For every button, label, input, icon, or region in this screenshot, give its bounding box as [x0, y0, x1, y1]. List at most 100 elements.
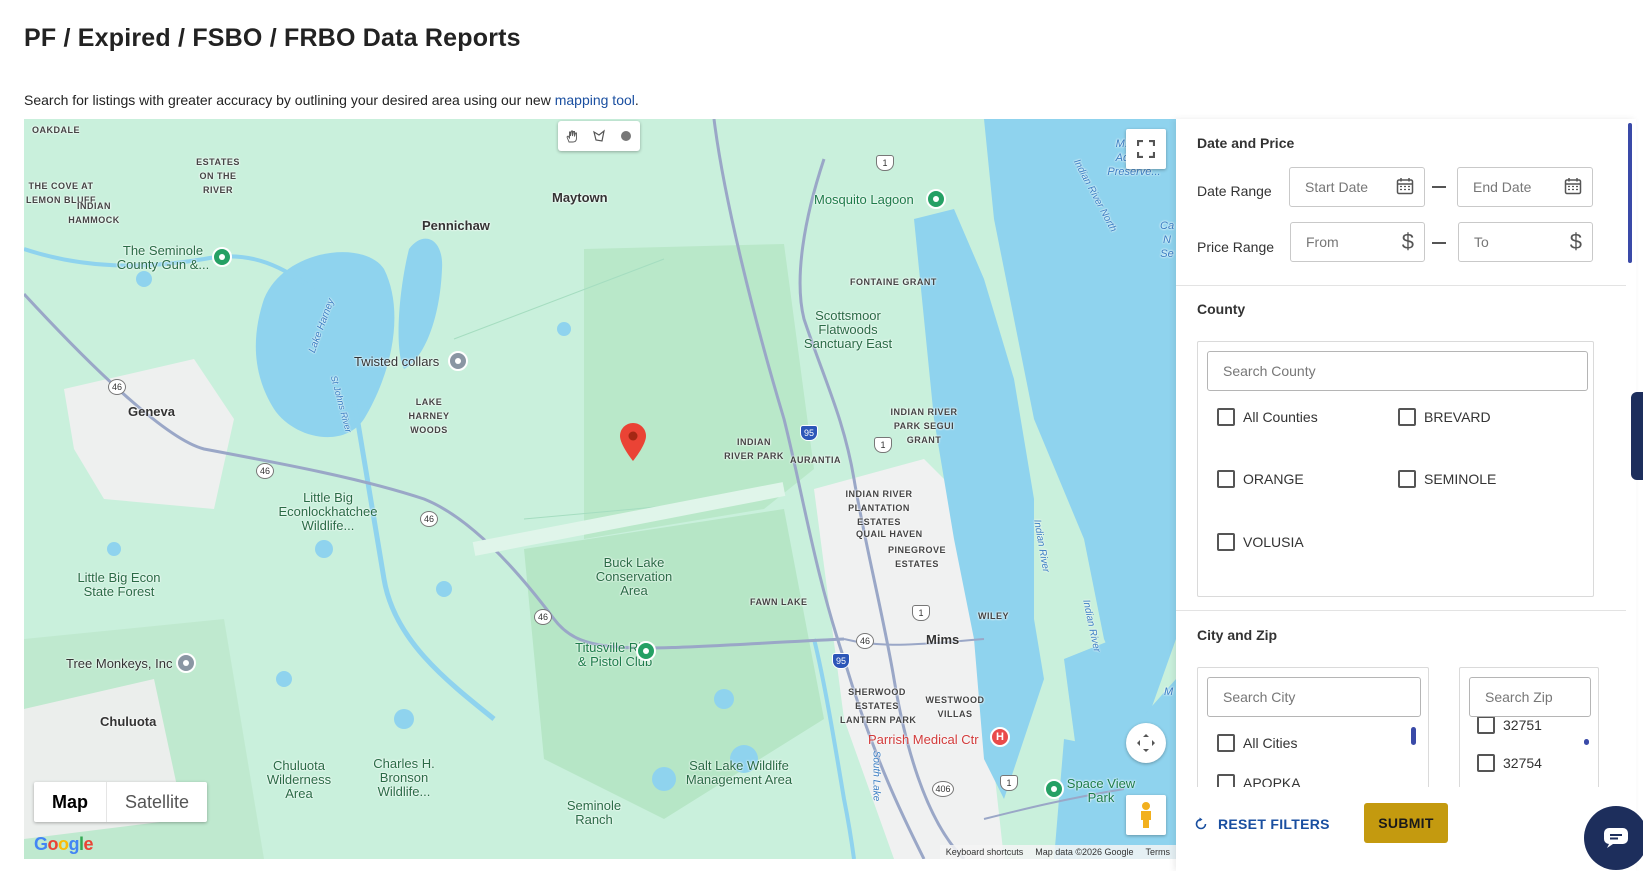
street-view-pegman-icon[interactable] [1126, 795, 1166, 835]
polygon-icon[interactable] [589, 126, 609, 146]
map-label-little-big-econ-wildlife: Little Big Econlockhatchee Wildlife... [278, 490, 378, 533]
panel-scrollbar[interactable] [1628, 123, 1632, 263]
county-search-input[interactable]: Search County [1207, 351, 1588, 391]
fullscreen-icon[interactable] [1126, 129, 1166, 169]
zip-search-input[interactable]: Search Zip [1469, 677, 1591, 717]
mapping-tool-link[interactable]: mapping tool [555, 92, 635, 108]
submit-button[interactable]: SUBMIT [1364, 803, 1448, 843]
chat-icon[interactable] [1584, 806, 1643, 870]
interstate-95-shield: 95 [832, 653, 850, 669]
city-checkbox-apopka[interactable]: APOPKA [1217, 774, 1301, 787]
zip-checkbox-32754[interactable]: 32754 [1477, 754, 1542, 772]
map-label-charles-bronson: Charles H. Bronson Wildlife... [373, 756, 435, 799]
date-range-separator [1432, 186, 1446, 188]
twisted-collars-marker[interactable] [448, 351, 468, 371]
map-label-quail-haven: QUAIL HAVEN [856, 529, 923, 539]
map-label-aurantia: AURANTIA [790, 455, 841, 465]
map-label-ca-n-se: Ca N Se [1160, 220, 1175, 260]
map-label-parrish: Parrish Medical Ctr [868, 732, 979, 747]
location-pin-icon[interactable] [620, 423, 646, 466]
seminole-gun-marker[interactable] [212, 247, 232, 267]
county-title: County [1197, 301, 1246, 317]
page-title: PF / Expired / FSBO / FRBO Data Reports [24, 24, 521, 52]
zip-list-scrollbar[interactable] [1584, 739, 1589, 745]
map-label-indian-river-park-segui: INDIAN RIVER PARK SEGUI GRANT [890, 407, 958, 445]
city-search-input[interactable]: Search City [1207, 677, 1421, 717]
city-checkbox-all[interactable]: All Cities [1217, 734, 1297, 752]
tree-monkeys-marker[interactable] [176, 653, 196, 673]
map-label-oakdale: OAKDALE [32, 125, 80, 135]
end-date-input[interactable]: End Date [1457, 167, 1593, 207]
map-label-indian-river-park: INDIAN RIVER PARK [724, 437, 784, 461]
county-checkbox-brevard[interactable]: BREVARD [1398, 408, 1491, 426]
calendar-icon[interactable] [1564, 177, 1582, 198]
map-label-sherwood: SHERWOOD ESTATES [848, 687, 906, 711]
price-to-input[interactable]: To $ [1458, 222, 1593, 262]
mosquito-lagoon-marker[interactable] [926, 189, 946, 209]
map-type-satellite-button[interactable]: Satellite [106, 782, 207, 822]
map-label-mosquito-lagoon: Mosquito Lagoon [814, 192, 914, 207]
reset-filters-button[interactable]: RESET FILTERS [1194, 805, 1330, 843]
map-terrain [24, 119, 1176, 859]
map-label-lake-harney-woods: LAKE HARNEY WOODS [408, 397, 450, 435]
google-logo: Google [34, 834, 94, 854]
refresh-icon [1194, 817, 1208, 831]
route-1-shield: 1 [1000, 775, 1018, 791]
map-label-south-lake: South Lake [870, 750, 882, 802]
county-checkbox-all[interactable]: All Counties [1217, 408, 1318, 426]
dollar-icon: $ [1569, 229, 1582, 254]
city-zip-title: City and Zip [1197, 627, 1278, 643]
map-attribution: Keyboard shortcuts Map data ©2026 Google… [939, 845, 1177, 859]
date-range-label: Date Range [1197, 183, 1272, 199]
zip-checkbox-32751[interactable]: 32751 [1477, 716, 1542, 734]
map-label-maytown: Maytown [552, 190, 608, 205]
map-label-chuluota-wilderness: Chuluota Wilderness Area [266, 758, 332, 801]
route-406-shield: 406 [932, 781, 954, 797]
map-label-seminole-gun: The Seminole County Gun &... [116, 243, 210, 272]
route-1-shield: 1 [876, 155, 894, 171]
interstate-95-shield: 95 [800, 425, 818, 441]
filter-scroll-area[interactable]: Date and Price Date Range Start Date End… [1176, 119, 1626, 787]
map-label-pennichaw: Pennichaw [422, 218, 490, 233]
titusville-rifle-marker[interactable] [636, 641, 656, 661]
map-label-indian-hammock: INDIAN HAMMOCK [68, 201, 120, 225]
hand-icon[interactable] [562, 126, 582, 146]
route-46-shield: 46 [108, 379, 126, 395]
filter-footer: RESET FILTERS SUBMIT [1176, 787, 1636, 871]
map-label-tree-monkeys: Tree Monkeys, Inc [66, 656, 173, 671]
route-46-shield: 46 [256, 463, 274, 479]
map-type-map-button[interactable]: Map [34, 782, 106, 822]
hospital-marker[interactable]: H [990, 727, 1010, 747]
terms-link[interactable]: Terms [1140, 845, 1177, 859]
map-label-geneva: Geneva [128, 404, 175, 419]
map-canvas[interactable]: OAKDALE ESTATES ON THE RIVER THE COVE AT… [24, 119, 1176, 859]
county-checkbox-volusia[interactable]: VOLUSIA [1217, 533, 1304, 551]
map-label-wiley: WILEY [978, 611, 1009, 621]
circle-icon[interactable] [616, 126, 636, 146]
map-label-indian-river-plantation: INDIAN RIVER PLANTATION ESTATES [845, 489, 913, 527]
route-1-shield: 1 [912, 605, 930, 621]
keyboard-shortcuts-link[interactable]: Keyboard shortcuts [940, 845, 1030, 859]
calendar-icon[interactable] [1396, 177, 1414, 198]
start-date-input[interactable]: Start Date [1289, 167, 1425, 207]
filter-panel: Date and Price Date Range Start Date End… [1176, 119, 1636, 871]
intro-text: Search for listings with greater accurac… [24, 92, 639, 108]
county-checkbox-orange[interactable]: ORANGE [1217, 470, 1304, 488]
map-label-chuluota: Chuluota [100, 714, 157, 729]
route-46-shield: 46 [856, 633, 874, 649]
route-46-shield: 46 [420, 511, 438, 527]
map-label-twisted-collars: Twisted collars [354, 354, 440, 369]
space-view-marker[interactable] [1044, 779, 1064, 799]
drawing-toolbar [558, 121, 640, 151]
map-label-seminole-ranch: Seminole Ranch [566, 798, 622, 827]
price-from-input[interactable]: From $ [1290, 222, 1425, 262]
side-drawer-tab[interactable] [1631, 392, 1643, 480]
camera-control-icon[interactable] [1126, 723, 1166, 763]
county-checkbox-seminole[interactable]: SEMINOLE [1398, 470, 1496, 488]
map-label-fontaine-grant: FONTAINE GRANT [850, 277, 937, 287]
price-range-label: Price Range [1197, 239, 1275, 255]
map-label-estates-river: ESTATES ON THE RIVER [196, 157, 240, 195]
dollar-icon: $ [1401, 229, 1414, 254]
city-list-scrollbar[interactable] [1411, 727, 1416, 745]
section-divider [1176, 285, 1626, 286]
